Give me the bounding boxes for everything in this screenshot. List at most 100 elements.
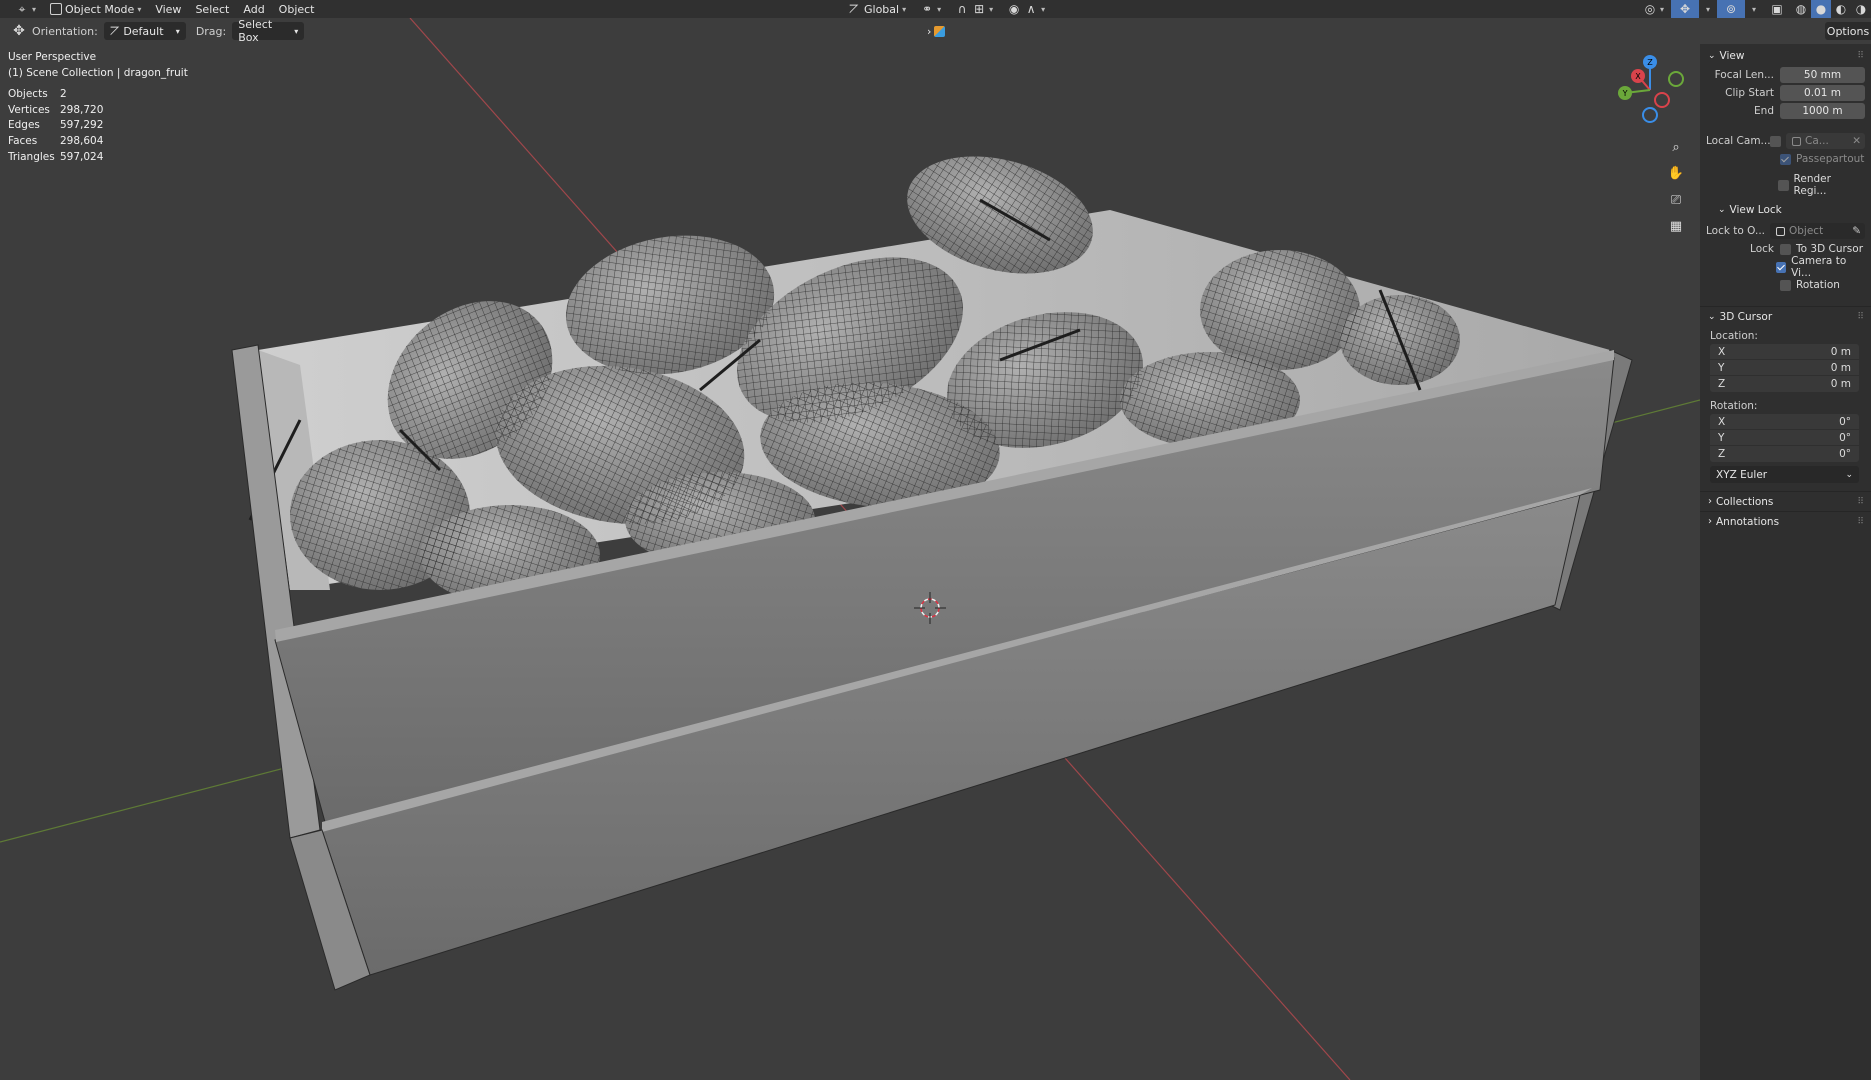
local-camera-value: Ca... bbox=[1805, 135, 1829, 147]
zoom-button[interactable]: ⌕ bbox=[1664, 135, 1688, 159]
drag-grip-icon[interactable]: ⠿ bbox=[1857, 517, 1864, 527]
tool-settings-bar: ✥ Orientation: ⦢ Default ▾ Drag: Select … bbox=[0, 18, 1871, 44]
pan-button[interactable]: ✋ bbox=[1664, 161, 1688, 185]
cursor-rotation-x[interactable]: X 0° bbox=[1710, 414, 1859, 430]
gizmo-x-label: X bbox=[1635, 72, 1641, 81]
magnet-icon: ∩ bbox=[957, 2, 967, 16]
clear-icon[interactable]: ✕ bbox=[1852, 135, 1861, 147]
chevron-right-icon: › bbox=[927, 24, 932, 38]
proportional-edit-button[interactable]: ◉ ∧ ▾ bbox=[1000, 0, 1052, 18]
focal-length-field[interactable]: 50 mm bbox=[1780, 67, 1865, 83]
lock-to-object-label: Lock to O... bbox=[1706, 225, 1766, 237]
options-button[interactable]: Options bbox=[1825, 22, 1871, 40]
drag-grip-icon[interactable]: ⠿ bbox=[1857, 51, 1864, 61]
camera-to-view-checkbox[interactable] bbox=[1775, 261, 1787, 273]
cursor-location-x[interactable]: X0 m bbox=[1710, 344, 1859, 360]
xray-toggle-button[interactable]: ▣ bbox=[1763, 0, 1791, 18]
navigation-gizmo[interactable]: Z X Y bbox=[1618, 55, 1684, 123]
clip-start-field[interactable]: 0.01 m bbox=[1780, 85, 1865, 101]
menu-view[interactable]: View bbox=[148, 0, 188, 18]
passepartout-checkbox[interactable] bbox=[1780, 153, 1791, 165]
chevron-down-icon: ▾ bbox=[137, 4, 142, 14]
sidebar-panel: ⌄ View ⠿ Focal Len... 50 mm Clip Start 0… bbox=[1700, 44, 1871, 1080]
gizmo-neg-x-axis[interactable] bbox=[1654, 92, 1670, 108]
cursor-rotation-y[interactable]: Y 0° bbox=[1710, 430, 1859, 446]
lock-to-object-field[interactable]: Object ✎ bbox=[1770, 223, 1865, 239]
annotations-panel-title: Annotations bbox=[1716, 515, 1780, 528]
collection-label: (1) Scene Collection | dragon_fruit bbox=[8, 66, 188, 79]
render-region-row: Render Regi... bbox=[1700, 173, 1871, 197]
render-region-checkbox[interactable] bbox=[1777, 179, 1789, 191]
annotations-panel-header[interactable]: › Annotations ⠿ bbox=[1700, 511, 1871, 531]
drag-grip-icon[interactable]: ⠿ bbox=[1857, 497, 1864, 507]
scene-statistics: Objects 2 Vertices 298,720 Edges 597,292 Fa… bbox=[8, 87, 188, 165]
gizmo-dropdown[interactable]: ▾ bbox=[1699, 0, 1717, 18]
shading-material-button[interactable]: ◐ bbox=[1831, 0, 1851, 18]
local-camera-checkbox[interactable] bbox=[1770, 135, 1781, 147]
viewport-header: ⌖ ▾ Object Mode ▾ View Select Add Object … bbox=[0, 0, 1871, 18]
local-camera-field[interactable]: Ca... ✕ bbox=[1786, 133, 1865, 149]
chevron-down-icon: ▾ bbox=[175, 26, 180, 36]
camera-view-button[interactable]: ⎚ bbox=[1664, 188, 1688, 212]
drag-grip-icon[interactable]: ⠿ bbox=[1857, 312, 1864, 322]
mode-label: Object Mode bbox=[65, 2, 135, 16]
shading-solid-button[interactable]: ● bbox=[1811, 0, 1831, 18]
chevron-down-icon: ▾ bbox=[902, 4, 907, 14]
eyedropper-icon[interactable]: ✎ bbox=[1852, 225, 1861, 237]
snap-button[interactable]: ∩ ⊞ ▾ bbox=[948, 0, 1000, 18]
stats-row-triangles: Triangles 597,024 bbox=[8, 150, 104, 163]
overlays-dropdown[interactable]: ▾ bbox=[1745, 0, 1763, 18]
menu-select[interactable]: Select bbox=[188, 0, 236, 18]
shading-wireframe-button[interactable]: ◍ bbox=[1791, 0, 1811, 18]
chevron-down-icon: ⌄ bbox=[1718, 205, 1726, 215]
mode-dropdown[interactable]: Object Mode ▾ bbox=[43, 0, 148, 18]
menu-add[interactable]: Add bbox=[236, 0, 271, 18]
cursor-location-y[interactable]: Y0 m bbox=[1710, 360, 1859, 376]
pivot-point-button[interactable]: ⚭ ▾ bbox=[913, 0, 948, 18]
chevron-down-icon: ▾ bbox=[989, 4, 994, 14]
viewport-info-overlay: User Perspective (1) Scene Collection | … bbox=[8, 50, 188, 165]
cursor-rotation-z[interactable]: Z 0° bbox=[1710, 446, 1859, 462]
collections-panel-header[interactable]: › Collections ⠿ bbox=[1700, 491, 1871, 511]
cursor-location-z[interactable]: Z0 m bbox=[1710, 376, 1859, 392]
view-lock-panel-header[interactable]: ⌄ View Lock bbox=[1700, 200, 1871, 220]
grid-icon: ▦ bbox=[1669, 218, 1683, 234]
to-3d-cursor-checkbox[interactable] bbox=[1780, 243, 1791, 255]
chevron-right-icon: › bbox=[1708, 496, 1712, 507]
move-tool-icon[interactable]: ✥ bbox=[12, 23, 26, 39]
clip-end-field[interactable]: 1000 m bbox=[1780, 103, 1865, 119]
camera-icon: ⎚ bbox=[1670, 192, 1682, 208]
orientation-dropdown[interactable]: ⦢ Default ▾ bbox=[103, 22, 186, 40]
chevron-down-icon: ⌄ bbox=[1845, 469, 1853, 480]
lock-rotation-checkbox[interactable] bbox=[1780, 279, 1791, 291]
sidebar-expand-button[interactable]: › bbox=[920, 22, 952, 40]
gizmo-toggle-button[interactable]: ✥ bbox=[1670, 0, 1699, 18]
lock-to-object-placeholder: Object bbox=[1789, 225, 1824, 237]
to-3d-cursor-label: To 3D Cursor bbox=[1796, 243, 1864, 255]
visibility-button[interactable]: ◎ ▾ bbox=[1636, 0, 1671, 18]
view-panel-header[interactable]: ⌄ View ⠿ bbox=[1700, 46, 1871, 66]
overlays-toggle-button[interactable]: ⊚ bbox=[1716, 0, 1745, 18]
shading-rendered-button[interactable]: ◑ bbox=[1851, 0, 1871, 18]
3d-viewport[interactable]: Z X Y ✥ Orientation: ⦢ Default ▾ Drag: S… bbox=[0, 18, 1871, 1080]
3d-cursor-panel-header[interactable]: ⌄ 3D Cursor ⠿ bbox=[1700, 306, 1871, 326]
stats-row-vertices: Vertices 298,720 bbox=[8, 103, 104, 116]
blender-window: ⌖ ▾ Object Mode ▾ View Select Add Object … bbox=[0, 0, 1871, 1080]
stats-row-edges: Edges 597,292 bbox=[8, 119, 104, 132]
camera-to-view-label: Camera to Vi... bbox=[1791, 255, 1847, 279]
focal-length-label: Focal Len... bbox=[1714, 69, 1774, 81]
transform-orientation-dropdown[interactable]: ⦢ Global ▾ bbox=[840, 0, 913, 18]
cursor-rotation-fields: X 0° Y 0° Z 0° bbox=[1710, 414, 1859, 462]
perspective-toggle-button[interactable]: ▦ bbox=[1664, 214, 1688, 238]
local-camera-label: Local Cam... bbox=[1706, 135, 1770, 147]
zoom-icon: ⌕ bbox=[1672, 139, 1680, 155]
material-shading-icon: ◐ bbox=[1835, 2, 1847, 16]
clip-start-label: Clip Start bbox=[1725, 87, 1774, 99]
editor-type-button[interactable]: ⌖ ▾ bbox=[8, 0, 43, 18]
rotation-mode-dropdown[interactable]: XYZ Euler ⌄ bbox=[1710, 466, 1859, 483]
chevron-down-icon: ▾ bbox=[937, 4, 942, 14]
drag-dropdown[interactable]: Select Box ▾ bbox=[232, 18, 305, 44]
menu-object[interactable]: Object bbox=[272, 0, 322, 18]
gizmo-neg-z-axis[interactable] bbox=[1642, 107, 1658, 123]
gizmo-neg-y-axis[interactable] bbox=[1668, 71, 1684, 87]
